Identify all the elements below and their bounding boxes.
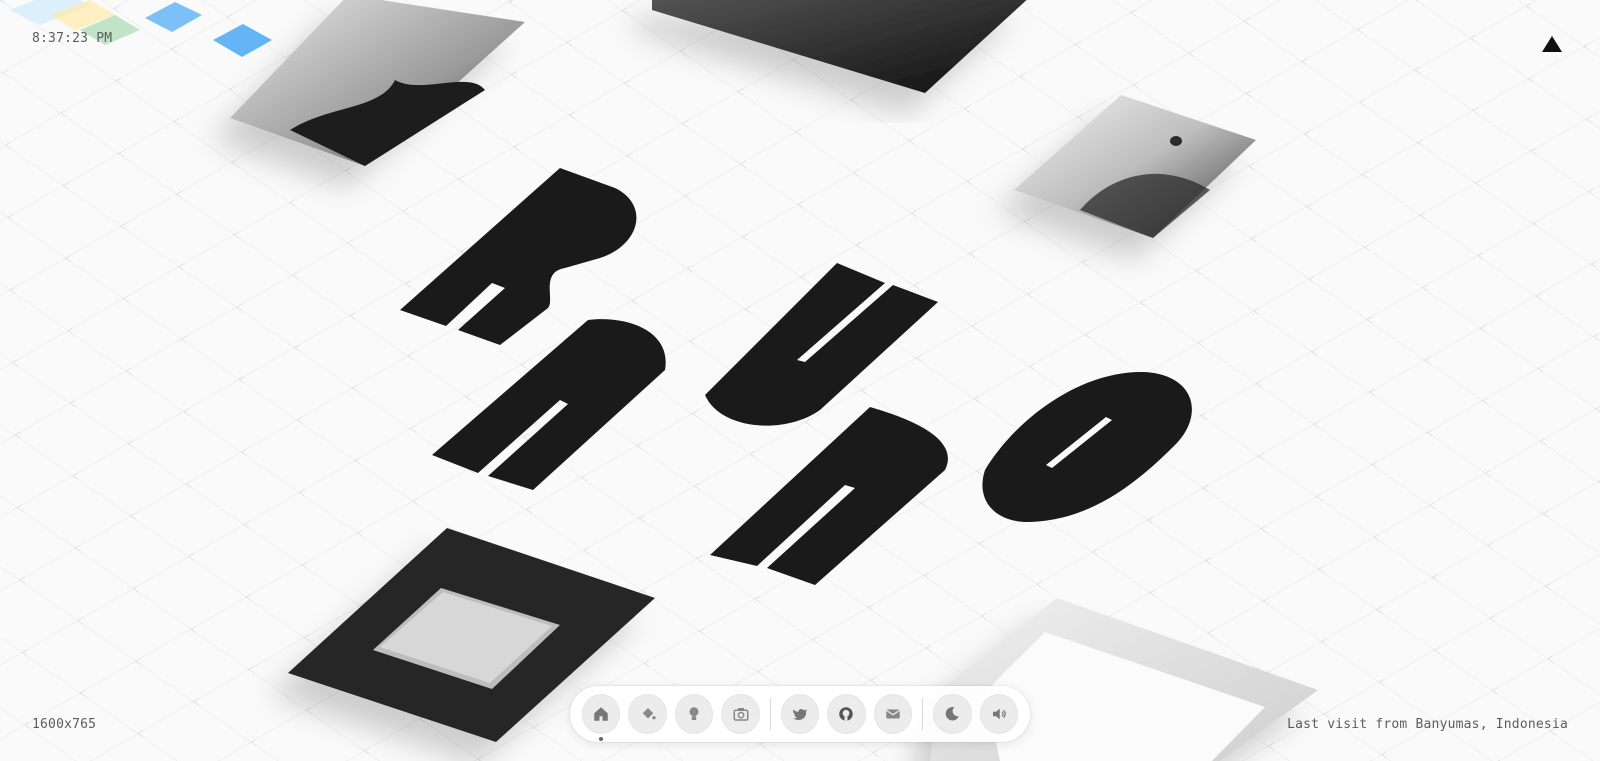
- dock-separator: [769, 698, 771, 730]
- clock-readout: 8:37:23 PM: [32, 31, 113, 46]
- triangle-up-icon[interactable]: [1542, 36, 1562, 52]
- camera-icon: [733, 708, 749, 721]
- home-button[interactable]: [582, 694, 621, 741]
- dock-separator-2: [922, 698, 924, 730]
- twitter-icon: [793, 708, 807, 720]
- sound-button[interactable]: [979, 694, 1019, 734]
- last-visit-text: Last visit from Banyumas, Indonesia: [1287, 717, 1568, 732]
- home-icon: [594, 707, 608, 721]
- isometric-scene: [0, 0, 1600, 761]
- speaker-icon: [992, 708, 1006, 720]
- resolution-readout: 1600x765: [32, 717, 97, 732]
- mail-icon: [885, 709, 900, 719]
- bottom-dock: [570, 686, 1030, 742]
- paint-bucket-icon: [642, 708, 656, 720]
- dune-ball: [1170, 136, 1182, 146]
- github-button[interactable]: [827, 694, 866, 734]
- camera-button[interactable]: [721, 694, 760, 734]
- mail-button[interactable]: [873, 694, 913, 734]
- moon-icon: [946, 707, 960, 721]
- lightbulb-icon: [689, 707, 699, 720]
- dark-mode-button[interactable]: [933, 694, 972, 734]
- paint-button[interactable]: [628, 694, 667, 734]
- github-icon: [839, 707, 854, 721]
- twitter-button[interactable]: [780, 694, 820, 734]
- active-indicator: [599, 737, 604, 741]
- lightbulb-button[interactable]: [674, 694, 714, 734]
